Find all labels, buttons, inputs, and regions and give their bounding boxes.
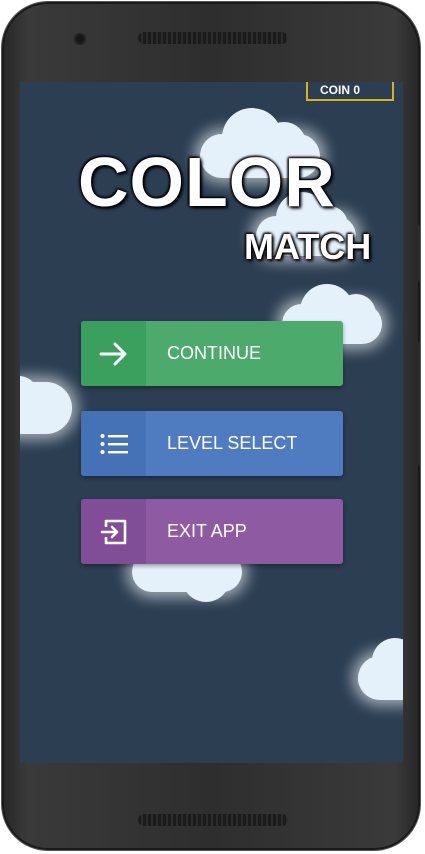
exit-app-label: EXIT APP [167,521,247,541]
list-icon [81,411,146,476]
level-select-label: LEVEL SELECT [167,433,298,453]
bottom-speaker [138,814,288,826]
front-camera [74,33,86,45]
level-select-button[interactable]: LEVEL SELECT [81,411,343,476]
volume-button [414,340,420,466]
arrow-right-icon [81,321,146,386]
exit-icon [81,499,146,564]
continue-button[interactable]: CONTINUE [81,321,343,386]
title-color: COLOR [78,143,336,221]
continue-label: CONTINUE [167,343,261,363]
exit-app-button[interactable]: EXIT APP [81,499,343,564]
cloud-decoration [20,376,72,434]
game-screen: COIN 0 COLOR MATCH CONTINUE LEVEL SELECT [20,82,403,763]
top-speaker [138,32,288,44]
power-button [414,224,420,282]
cloud-decoration [358,638,403,700]
coin-counter: COIN 0 [306,82,394,101]
title-match: MATCH [244,226,372,267]
